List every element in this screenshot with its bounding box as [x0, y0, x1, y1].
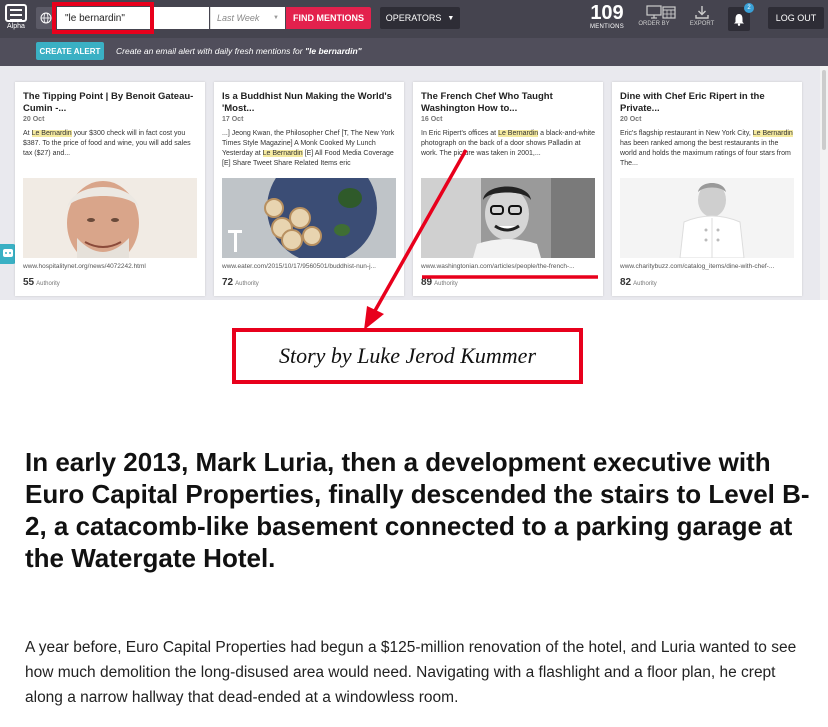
article-headline: In early 2013, Mark Luria, then a develo…	[25, 447, 810, 573]
annotation-arrowhead	[364, 306, 384, 330]
annotation-arrow-line	[370, 149, 468, 317]
article-body: A year before, Euro Capital Properties h…	[25, 639, 797, 706]
annotation-overlay	[364, 149, 598, 330]
